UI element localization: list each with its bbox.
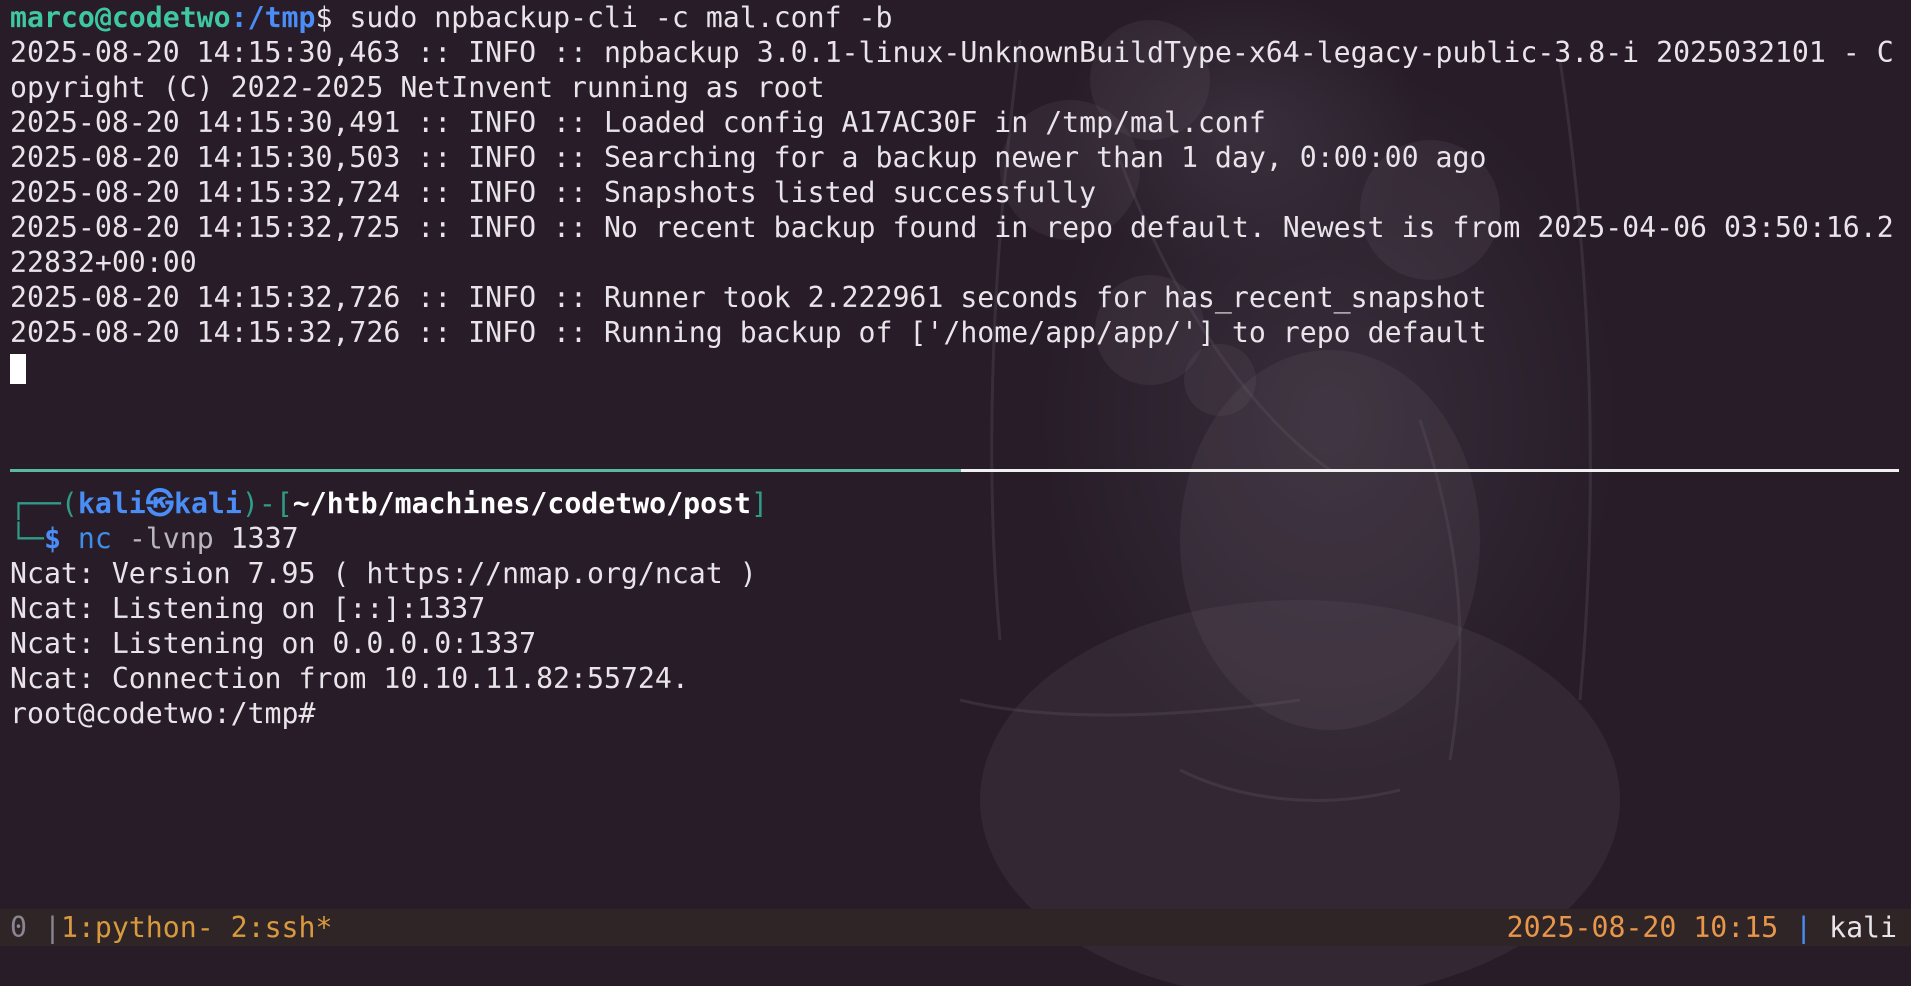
tmux-status-bar: 0 |1:python- 2:ssh* 2025-08-20 10:15 | k… <box>0 909 1911 946</box>
pane-divider[interactable] <box>10 469 1899 472</box>
command-args: -lvnp <box>111 522 214 555</box>
command-binary: nc <box>60 522 112 555</box>
prompt-corner-bottom: └─ <box>10 522 44 555</box>
text-cursor[interactable] <box>10 354 26 384</box>
prompt-host: kali <box>173 487 242 520</box>
shell-prompt-line[interactable]: root@codetwo:/tmp# <box>10 696 1901 731</box>
prompt-line: marco@codetwo:/tmp$ sudo npbackup-cli -c… <box>10 0 1901 35</box>
output-line: 2025-08-20 14:15:32,726 :: INFO :: Runni… <box>10 316 1487 349</box>
window-list[interactable]: 1:python- 2:ssh* <box>61 911 333 944</box>
status-hostname: kali <box>1829 911 1897 944</box>
prompt-path: :/tmp <box>230 1 316 34</box>
bottom-pane[interactable]: ┌──(kali㉿kali)-[~/htb/machines/codetwo/p… <box>10 486 1901 896</box>
output-line: 2025-08-20 14:15:32,725 :: INFO :: No re… <box>10 211 1894 244</box>
session-index[interactable]: 0 <box>10 911 27 944</box>
prompt-corner-top: ┌──( <box>10 487 78 520</box>
output-line: Ncat: Version 7.95 ( https://nmap.org/nc… <box>10 557 757 590</box>
command-port: 1337 <box>213 522 299 555</box>
prompt-user: marco@codetwo <box>10 1 231 34</box>
status-right: 2025-08-20 10:15 | kali <box>1507 909 1897 946</box>
prompt-at-symbol: ㉿ <box>145 487 174 520</box>
prompt-mid: )-[ <box>241 487 293 520</box>
output-line: 2025-08-20 14:15:32,724 :: INFO :: Snaps… <box>10 176 1097 209</box>
command-text: sudo npbackup-cli -c mal.conf -b <box>332 1 893 34</box>
status-divider: | <box>1778 911 1830 944</box>
output-line: Ncat: Connection from 10.10.11.82:55724. <box>10 662 689 695</box>
output-line: 22832+00:00 <box>10 246 197 279</box>
prompt-user: kali <box>77 487 146 520</box>
status-datetime: 2025-08-20 10:15 <box>1506 911 1779 944</box>
cursor-line <box>10 350 1901 385</box>
status-separator: | <box>26 911 61 944</box>
output-line: opyright (C) 2022-2025 NetInvent running… <box>10 71 825 104</box>
prompt-symbol: $ <box>43 522 61 555</box>
terminal-window[interactable]: marco@codetwo:/tmp$ sudo npbackup-cli -c… <box>0 0 1911 986</box>
output-line: 2025-08-20 14:15:32,726 :: INFO :: Runne… <box>10 281 1487 314</box>
prompt-symbol: $ <box>315 1 333 34</box>
output-line: Ncat: Listening on 0.0.0.0:1337 <box>10 627 537 660</box>
prompt-command-line: └─$ nc -lvnp 1337 <box>10 521 1901 556</box>
prompt-path: ~/htb/machines/codetwo/post <box>292 487 751 520</box>
output-line: Ncat: Listening on [::]:1337 <box>10 592 486 625</box>
output-line: 2025-08-20 14:15:30,491 :: INFO :: Loade… <box>10 106 1266 139</box>
top-pane[interactable]: marco@codetwo:/tmp$ sudo npbackup-cli -c… <box>10 0 1901 466</box>
output-line: 2025-08-20 14:15:30,503 :: INFO :: Searc… <box>10 141 1487 174</box>
prompt-header-line: ┌──(kali㉿kali)-[~/htb/machines/codetwo/p… <box>10 486 1901 521</box>
output-line: 2025-08-20 14:15:30,463 :: INFO :: npbac… <box>10 36 1894 69</box>
status-left: 0 |1:python- 2:ssh* <box>10 909 332 946</box>
prompt-close: ] <box>751 487 768 520</box>
